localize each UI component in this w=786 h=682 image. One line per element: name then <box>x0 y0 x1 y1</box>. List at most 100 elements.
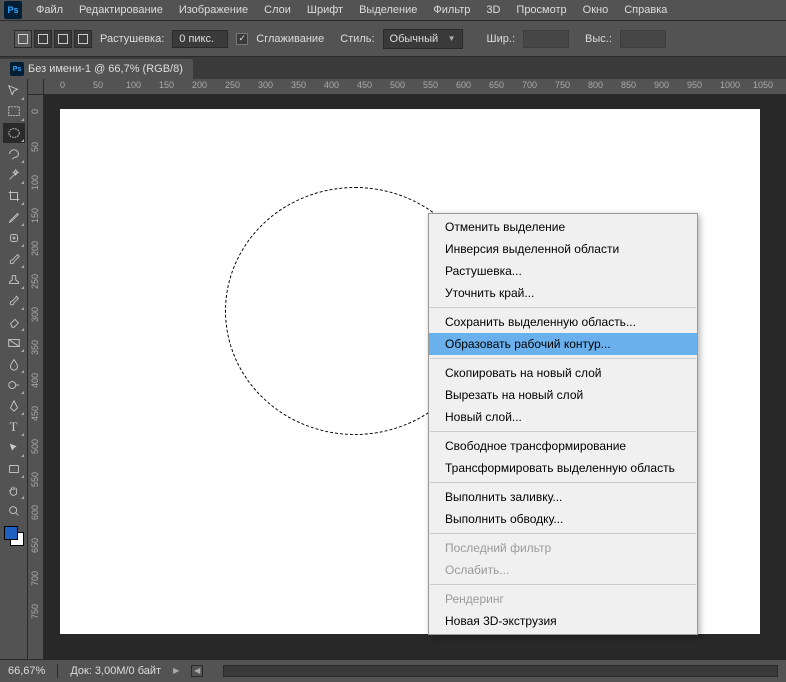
tool-type[interactable]: T <box>3 417 25 437</box>
context-menu-item[interactable]: Отменить выделение <box>429 216 697 238</box>
tool-move[interactable] <box>3 81 25 101</box>
selection-new-icon[interactable] <box>14 30 32 48</box>
ruler-tick: 800 <box>588 80 603 90</box>
selection-subtract-icon[interactable] <box>54 30 72 48</box>
selection-intersect-icon[interactable] <box>74 30 92 48</box>
tool-healing[interactable] <box>3 228 25 248</box>
menu-справка[interactable]: Справка <box>616 2 675 18</box>
options-bar: Растушевка: ✓ Сглаживание Стиль: Обычный… <box>0 21 786 57</box>
context-menu-item[interactable]: Трансформировать выделенную область <box>429 457 697 479</box>
ruler-tick: 500 <box>30 439 40 454</box>
width-input[interactable] <box>523 30 569 48</box>
ruler-tick: 50 <box>93 80 103 90</box>
ruler-vertical[interactable]: 0501001502002503003504004505005506006507… <box>28 95 44 659</box>
horizontal-scrollbar[interactable] <box>223 665 778 677</box>
tool-dodge[interactable] <box>3 375 25 395</box>
feather-input[interactable] <box>172 30 228 48</box>
ruler-tick: 900 <box>654 80 669 90</box>
menu-выделение[interactable]: Выделение <box>351 2 425 18</box>
menu-separator <box>430 584 696 585</box>
tool-eyedropper[interactable] <box>3 207 25 227</box>
menu-окно[interactable]: Окно <box>575 2 617 18</box>
height-input[interactable] <box>620 30 666 48</box>
tool-rect-marquee[interactable] <box>3 102 25 122</box>
ruler-tick: 50 <box>30 142 40 152</box>
menu-изображение[interactable]: Изображение <box>171 2 256 18</box>
context-menu-item: Ослабить... <box>429 559 697 581</box>
menu-separator <box>430 482 696 483</box>
document-tab[interactable]: Ps Без имени-1 @ 66,7% (RGB/8) <box>0 59 193 79</box>
context-menu-item[interactable]: Вырезать на новый слой <box>429 384 697 406</box>
tool-rectangle[interactable] <box>3 459 25 479</box>
ruler-tick: 650 <box>489 80 504 90</box>
context-menu-item[interactable]: Скопировать на новый слой <box>429 362 697 384</box>
zoom-level[interactable]: 66,67% <box>8 665 45 677</box>
context-menu-item[interactable]: Сохранить выделенную область... <box>429 311 697 333</box>
tool-lasso[interactable] <box>3 144 25 164</box>
ruler-corner <box>28 79 44 95</box>
ruler-tick: 0 <box>30 109 40 114</box>
menu-редактирование[interactable]: Редактирование <box>71 2 171 18</box>
ruler-tick: 550 <box>30 472 40 487</box>
menu-шрифт[interactable]: Шрифт <box>299 2 351 18</box>
context-menu-item[interactable]: Растушевка... <box>429 260 697 282</box>
color-swatches[interactable] <box>4 526 24 546</box>
context-menu-item[interactable]: Выполнить обводку... <box>429 508 697 530</box>
ruler-tick: 150 <box>159 80 174 90</box>
tool-crop[interactable] <box>3 186 25 206</box>
height-label: Выс.: <box>585 33 612 45</box>
ruler-tick: 700 <box>522 80 537 90</box>
document-info[interactable]: Док: 3,00M/0 байт <box>70 665 161 677</box>
scroll-left-icon[interactable]: ◀ <box>191 665 203 677</box>
ruler-horizontal[interactable]: 0501001502002503003504004505005506006507… <box>44 79 786 95</box>
tool-stamp[interactable] <box>3 270 25 290</box>
tool-ellipse-marquee[interactable] <box>3 123 25 143</box>
menu-separator <box>430 307 696 308</box>
context-menu-item[interactable]: Выполнить заливку... <box>429 486 697 508</box>
context-menu-item[interactable]: Свободное трансформирование <box>429 435 697 457</box>
ruler-tick: 350 <box>291 80 306 90</box>
tool-history-brush[interactable] <box>3 291 25 311</box>
context-menu-item[interactable]: Новая 3D-экструзия <box>429 610 697 632</box>
width-label: Шир.: <box>487 33 515 45</box>
menu-3d[interactable]: 3D <box>478 2 508 18</box>
context-menu-item[interactable]: Образовать рабочий контур... <box>429 333 697 355</box>
ruler-tick: 600 <box>30 505 40 520</box>
menu-файл[interactable]: Файл <box>28 2 71 18</box>
tool-zoom[interactable] <box>3 501 25 521</box>
ruler-tick: 0 <box>60 80 65 90</box>
tool-hand[interactable] <box>3 480 25 500</box>
ruler-tick: 650 <box>30 538 40 553</box>
tool-gradient[interactable] <box>3 333 25 353</box>
tool-magic-wand[interactable] <box>3 165 25 185</box>
ruler-tick: 200 <box>30 241 40 256</box>
menu-слои[interactable]: Слои <box>256 2 299 18</box>
tool-eraser[interactable] <box>3 312 25 332</box>
context-menu-item: Рендеринг <box>429 588 697 610</box>
ruler-tick: 750 <box>30 604 40 619</box>
selection-add-icon[interactable] <box>34 30 52 48</box>
context-menu-item[interactable]: Уточнить край... <box>429 282 697 304</box>
tool-brush[interactable] <box>3 249 25 269</box>
menu-фильтр[interactable]: Фильтр <box>425 2 478 18</box>
antialias-checkbox[interactable]: ✓ <box>236 33 248 45</box>
ps-file-icon: Ps <box>10 62 24 76</box>
context-menu-item[interactable]: Инверсия выделенной области <box>429 238 697 260</box>
style-dropdown[interactable]: Обычный▼ <box>383 29 463 49</box>
ruler-tick: 500 <box>390 80 405 90</box>
ruler-tick: 600 <box>456 80 471 90</box>
menu-просмотр[interactable]: Просмотр <box>508 2 574 18</box>
ruler-tick: 250 <box>30 274 40 289</box>
antialias-label: Сглаживание <box>256 33 324 45</box>
tool-pen[interactable] <box>3 396 25 416</box>
tool-path-select[interactable] <box>3 438 25 458</box>
foreground-color-swatch[interactable] <box>4 526 18 540</box>
app-logo-icon: Ps <box>4 1 22 19</box>
tool-blur[interactable] <box>3 354 25 374</box>
ruler-tick: 750 <box>555 80 570 90</box>
menu-separator <box>430 431 696 432</box>
context-menu-item[interactable]: Новый слой... <box>429 406 697 428</box>
canvas-area: 0501001502002503003504004505005506006507… <box>28 79 786 659</box>
menu-separator <box>430 358 696 359</box>
chevron-right-icon[interactable]: ▶ <box>173 666 179 675</box>
